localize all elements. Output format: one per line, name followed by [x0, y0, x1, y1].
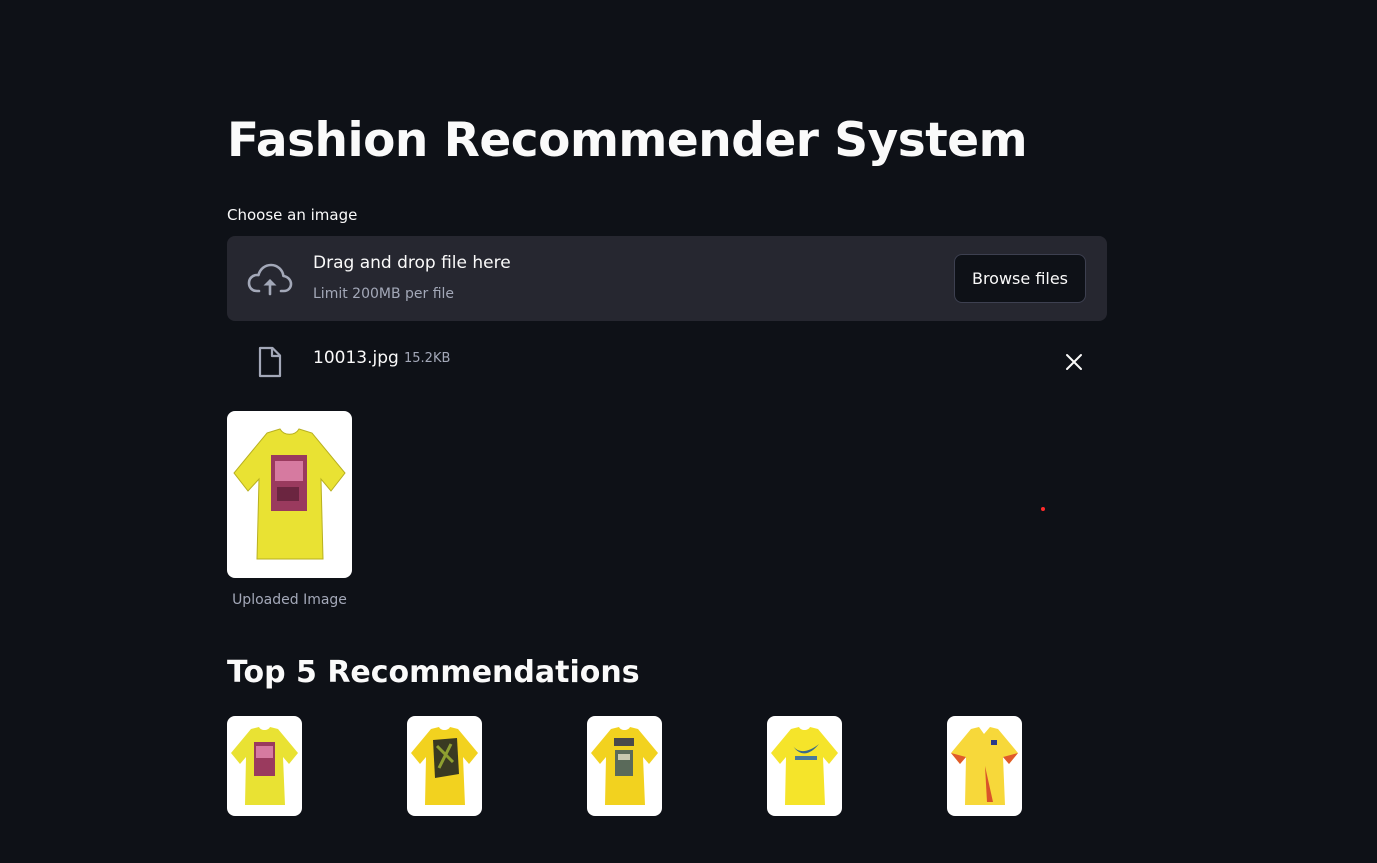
uploaded-file-row: 10013.jpg 15.2KB — [227, 340, 1107, 384]
dropzone-limit: Limit 200MB per file — [313, 286, 455, 302]
cloud-upload-icon — [247, 263, 293, 296]
uploaded-image-caption: Uploaded Image — [232, 592, 347, 608]
recommendation-image-3 — [587, 716, 662, 816]
tshirt-image — [411, 727, 478, 805]
page-title: Fashion Recommender System — [227, 113, 1028, 168]
jersey-image — [951, 727, 1018, 805]
close-icon[interactable] — [1064, 352, 1084, 372]
status-dot — [1041, 507, 1045, 511]
recommendation-image-1 — [227, 716, 302, 816]
uploaded-image — [227, 411, 352, 578]
tshirt-image — [233, 428, 346, 560]
dropzone-instructions: Drag and drop file here — [313, 253, 511, 273]
file-icon — [258, 346, 282, 378]
browse-files-button[interactable]: Browse files — [954, 254, 1086, 303]
file-size: 15.2KB — [404, 351, 451, 366]
recommendation-image-2 — [407, 716, 482, 816]
recommendations-title: Top 5 Recommendations — [227, 655, 640, 690]
recommendation-image-4 — [767, 716, 842, 816]
tshirt-image — [771, 727, 838, 805]
file-name: 10013.jpg — [313, 348, 399, 368]
tshirt-image — [231, 727, 298, 805]
uploader-label: Choose an image — [227, 206, 358, 224]
tshirt-image — [591, 727, 658, 805]
recommendation-image-5 — [947, 716, 1022, 816]
file-dropzone[interactable]: Drag and drop file here Limit 200MB per … — [227, 236, 1107, 321]
